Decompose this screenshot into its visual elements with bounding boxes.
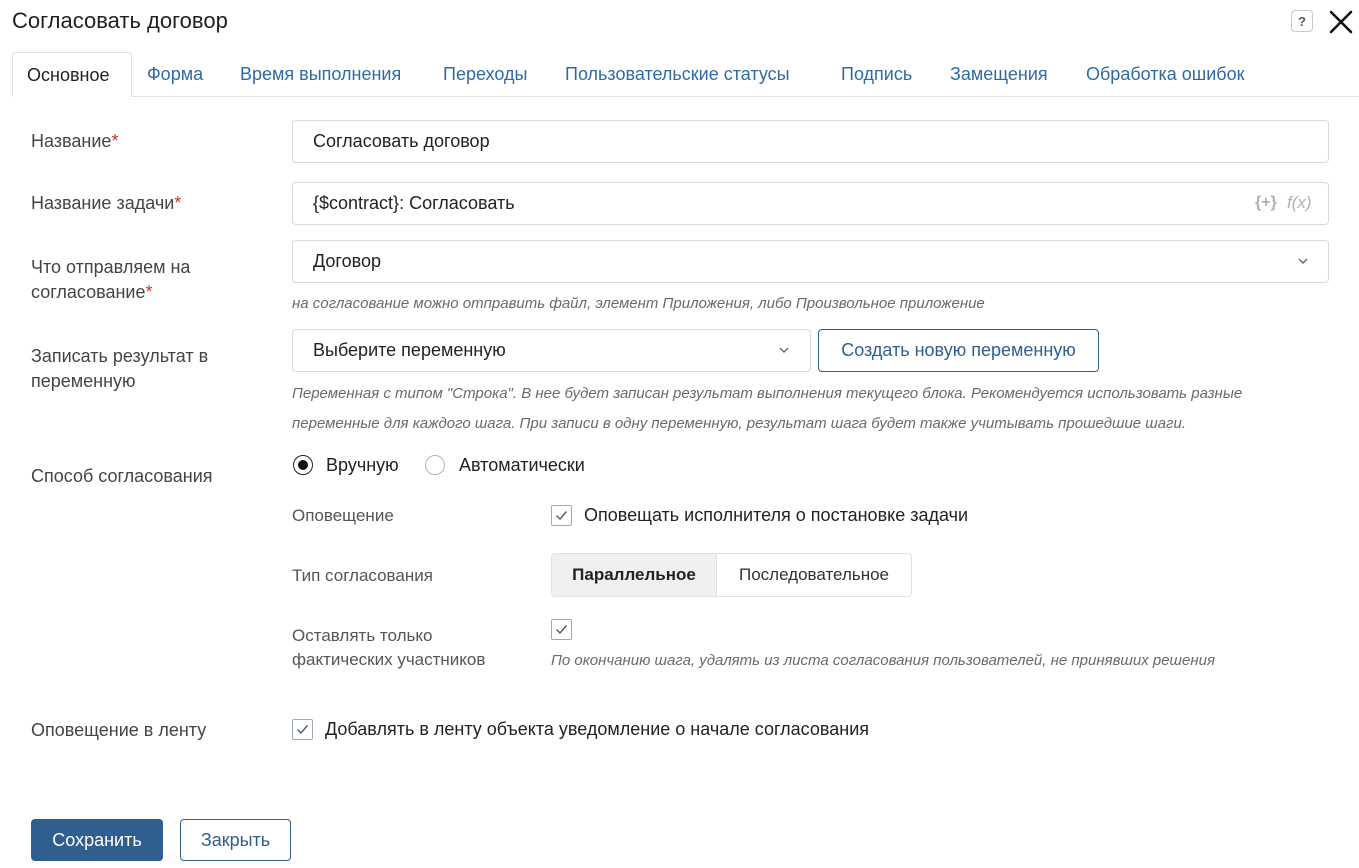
chevron-down-icon	[1298, 258, 1308, 264]
result-variable-placeholder: Выберите переменную	[313, 340, 506, 360]
approval-method-label: Способ согласования	[31, 466, 213, 486]
create-variable-button[interactable]: Создать новую переменную	[818, 329, 1099, 372]
tab-transitions[interactable]: Переходы	[443, 52, 527, 96]
help-icon: ?	[1298, 13, 1306, 29]
dialog-title: Согласовать договор	[12, 8, 228, 33]
approval-object-select[interactable]: Договор	[292, 240, 1329, 283]
check-icon	[556, 511, 568, 521]
approval-type-parallel[interactable]: Параллельное	[552, 554, 717, 596]
tab-error-handling[interactable]: Обработка ошибок	[1086, 52, 1244, 96]
actual-participants-checkbox[interactable]	[551, 619, 572, 640]
tab-main[interactable]: Основное	[12, 52, 132, 97]
tab-execution-time[interactable]: Время выполнения	[240, 52, 401, 96]
feed-notification-label: Оповещение в ленту	[31, 720, 207, 740]
function-icon[interactable]: f(x)	[1287, 193, 1312, 213]
name-input[interactable]: Согласовать договор	[292, 120, 1329, 163]
result-variable-hint-2: переменные для каждого шага. При записи …	[292, 415, 1187, 432]
insert-variable-icon[interactable]: {+}	[1255, 194, 1277, 212]
close-dialog-button[interactable]: Закрыть	[180, 819, 291, 861]
approval-type-label: Тип согласования	[292, 566, 433, 585]
result-variable-hint-1: Переменная с типом "Строка". В нее будет…	[292, 385, 1243, 402]
radio-automatic[interactable]	[425, 455, 445, 475]
radio-automatic-label: Автоматически	[459, 455, 585, 475]
result-variable-label: Записать результат в переменную	[31, 346, 209, 391]
check-icon	[556, 625, 568, 635]
notification-label: Оповещение	[292, 506, 394, 525]
actual-participants-label: Оставлять только фактических участников	[292, 626, 486, 669]
tab-signature[interactable]: Подпись	[841, 52, 912, 96]
notify-assignee-label: Оповещать исполнителя о постановке задач…	[584, 505, 969, 525]
task-name-input[interactable]: {$contract}: Согласовать	[292, 182, 1329, 225]
feed-notification-checkbox[interactable]	[292, 719, 313, 740]
name-label: Название*	[31, 131, 119, 151]
tab-form[interactable]: Форма	[147, 52, 203, 96]
check-icon	[297, 725, 309, 735]
tab-substitutions[interactable]: Замещения	[950, 52, 1048, 96]
feed-notification-checkbox-label: Добавлять в ленту объекта уведомление о …	[325, 719, 869, 739]
radio-manual-label: Вручную	[326, 455, 399, 475]
approval-type-sequential[interactable]: Последовательное	[717, 554, 911, 596]
save-button[interactable]: Сохранить	[31, 819, 163, 861]
help-button[interactable]: ?	[1291, 10, 1313, 32]
tab-bar: Основное Форма Время выполнения Переходы…	[12, 52, 1359, 97]
approval-object-label: Что отправляем на согласование*	[31, 257, 191, 302]
task-name-value: {$contract}: Согласовать	[313, 193, 515, 213]
approval-object-value: Договор	[313, 251, 381, 271]
approval-object-hint: на согласование можно отправить файл, эл…	[292, 295, 985, 312]
chevron-down-icon	[779, 347, 789, 353]
result-variable-select[interactable]: Выберите переменную	[292, 329, 811, 372]
approval-type-toggle: Параллельное Последовательное	[551, 553, 912, 597]
task-name-label: Название задачи*	[31, 193, 182, 213]
tab-custom-statuses[interactable]: Пользовательские статусы	[565, 52, 790, 96]
actual-participants-hint: По окончанию шага, удалять из листа согл…	[551, 652, 1215, 669]
close-button[interactable]	[1328, 9, 1354, 35]
notify-assignee-checkbox[interactable]	[551, 505, 572, 526]
radio-manual[interactable]	[293, 455, 313, 475]
close-icon	[1329, 10, 1353, 34]
